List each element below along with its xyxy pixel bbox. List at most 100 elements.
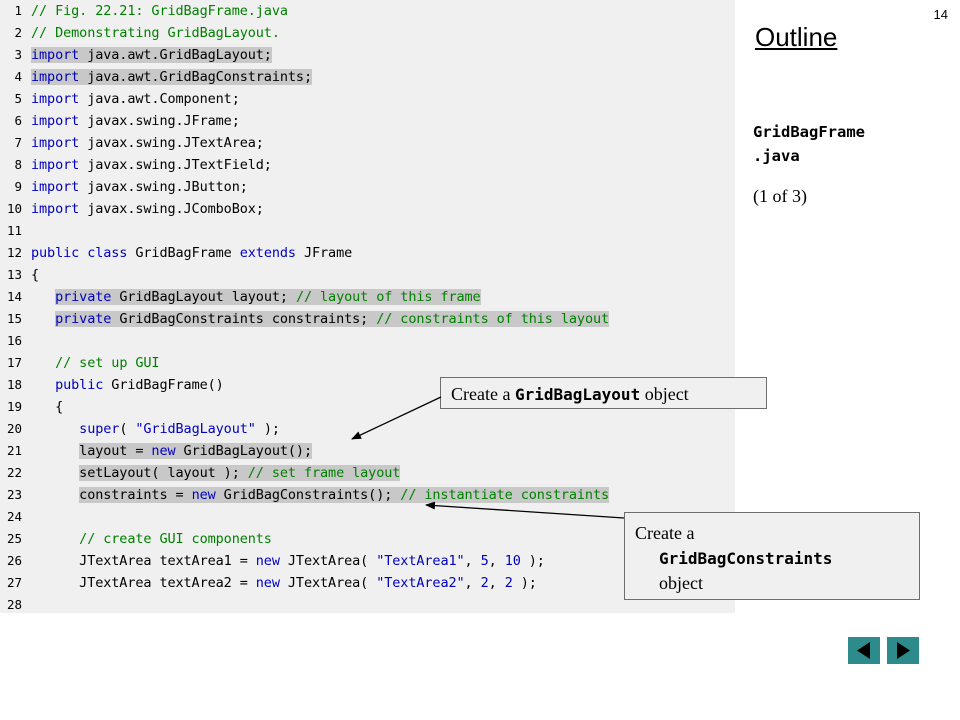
code-token: 2 <box>480 575 489 591</box>
line-number: 28 <box>6 597 22 612</box>
code-token: JTextArea textArea1 = <box>79 553 256 569</box>
code-token: , <box>464 553 481 569</box>
code-text: // Demonstrating GridBagLayout. <box>31 22 280 44</box>
code-text: super( "GridBagLayout" ); <box>31 418 280 440</box>
callout-gridbaglayout: Create a GridBagLayout object <box>440 377 767 409</box>
code-text: import javax.swing.JButton; <box>31 176 248 198</box>
callout-text-pre: Create a <box>451 384 515 404</box>
code-token: javax.swing.JTextArea; <box>79 135 264 151</box>
line-number: 12 <box>6 245 22 260</box>
code-text: public GridBagFrame() <box>31 374 224 396</box>
next-slide-button[interactable] <box>887 637 919 664</box>
code-line: 6 import javax.swing.JFrame; <box>0 110 735 132</box>
code-token: // set up GUI <box>55 355 160 371</box>
line-number: 17 <box>6 355 22 370</box>
code-token: GridBagLayout(); <box>175 443 313 459</box>
code-text: private GridBagLayout layout; // layout … <box>31 286 481 308</box>
code-token: JTextArea( <box>279 575 377 591</box>
line-number: 24 <box>6 509 22 524</box>
code-token: , <box>488 575 505 591</box>
code-token: import <box>31 113 80 129</box>
line-number: 13 <box>6 267 22 282</box>
code-token: import <box>31 179 80 195</box>
code-token: , <box>488 553 505 569</box>
code-token: // Demonstrating GridBagLayout. <box>31 25 280 41</box>
code-text: // set up GUI <box>31 352 159 374</box>
code-token: extends <box>239 245 296 261</box>
code-text: // create GUI components <box>31 528 272 550</box>
code-token: java.awt.Component; <box>79 91 240 107</box>
line-number: 9 <box>14 179 22 194</box>
code-token: javax.swing.JFrame; <box>79 113 240 129</box>
code-token: "TextArea2" <box>376 575 465 591</box>
code-line: 22 setLayout( layout ); // set frame lay… <box>0 462 735 484</box>
line-number: 22 <box>6 465 22 480</box>
line-number: 5 <box>14 91 22 106</box>
code-token: // instantiate constraints <box>400 487 610 503</box>
code-token: GridBagConstraints(); <box>215 487 401 503</box>
code-token: { <box>55 399 64 415</box>
code-token: private <box>55 289 112 305</box>
code-line: 14 private GridBagLayout layout; // layo… <box>0 286 735 308</box>
code-text: layout = new GridBagLayout(); <box>31 440 312 462</box>
code-token: super <box>79 421 120 437</box>
code-token: java.awt.GridBagLayout; <box>79 47 272 63</box>
code-token: java.awt.GridBagConstraints; <box>79 69 312 85</box>
outline-title[interactable]: Outline <box>755 22 837 53</box>
code-token: GridBagFrame() <box>103 377 224 393</box>
code-text: import javax.swing.JTextArea; <box>31 132 264 154</box>
code-token: JTextArea textArea2 = <box>79 575 256 591</box>
code-token: import <box>31 47 80 63</box>
code-token: "TextArea1" <box>376 553 465 569</box>
code-token: 5 <box>480 553 489 569</box>
line-number: 1 <box>14 3 22 18</box>
callout-text-post: object <box>659 573 703 593</box>
code-text: import javax.swing.JTextField; <box>31 154 272 176</box>
code-text: import javax.swing.JFrame; <box>31 110 240 132</box>
line-number: 20 <box>6 421 22 436</box>
triangle-right-icon <box>897 642 910 659</box>
code-token: // create GUI components <box>79 531 272 547</box>
line-number: 2 <box>14 25 22 40</box>
code-text: import javax.swing.JComboBox; <box>31 198 264 220</box>
code-token: layout = <box>79 443 152 459</box>
code-line: 2 // Demonstrating GridBagLayout. <box>0 22 735 44</box>
line-number: 15 <box>6 311 22 326</box>
code-token: import <box>31 201 80 217</box>
code-token: setLayout( layout ); <box>79 465 248 481</box>
line-number: 11 <box>6 223 22 238</box>
callout-text-pre: Create a <box>635 523 695 543</box>
line-number: 3 <box>14 47 22 62</box>
code-token: // constraints of this layout <box>376 311 610 327</box>
code-token: public <box>55 377 104 393</box>
code-line: 3 import java.awt.GridBagLayout; <box>0 44 735 66</box>
code-token: 10 <box>504 553 521 569</box>
line-number: 8 <box>14 157 22 172</box>
code-token: "GridBagLayout" <box>135 421 256 437</box>
code-token: new <box>151 443 176 459</box>
code-line: 8 import javax.swing.JTextField; <box>0 154 735 176</box>
code-line: 13 { <box>0 264 735 286</box>
code-text: // Fig. 22.21: GridBagFrame.java <box>31 0 288 22</box>
code-line: 23 constraints = new GridBagConstraints(… <box>0 484 735 506</box>
line-number: 26 <box>6 553 22 568</box>
callout-code: GridBagConstraints <box>659 549 833 568</box>
code-token: ( <box>119 421 136 437</box>
code-token: JTextArea( <box>279 553 377 569</box>
code-text: import java.awt.Component; <box>31 88 240 110</box>
line-number: 14 <box>6 289 22 304</box>
code-line: 15 private GridBagConstraints constraint… <box>0 308 735 330</box>
code-text: constraints = new GridBagConstraints(); … <box>31 484 609 506</box>
code-token: new <box>255 553 280 569</box>
line-number: 7 <box>14 135 22 150</box>
code-text: { <box>31 396 63 418</box>
code-line: 12 public class GridBagFrame extends JFra… <box>0 242 735 264</box>
code-token: , <box>464 575 481 591</box>
code-token: private <box>55 311 112 327</box>
code-token: JFrame <box>295 245 353 261</box>
code-token: public class <box>31 245 128 261</box>
previous-slide-button[interactable] <box>848 637 880 664</box>
code-token: javax.swing.JTextField; <box>79 157 272 173</box>
code-text: public class GridBagFrame extends JFrame <box>31 242 352 264</box>
code-token: GridBagConstraints constraints; <box>111 311 377 327</box>
